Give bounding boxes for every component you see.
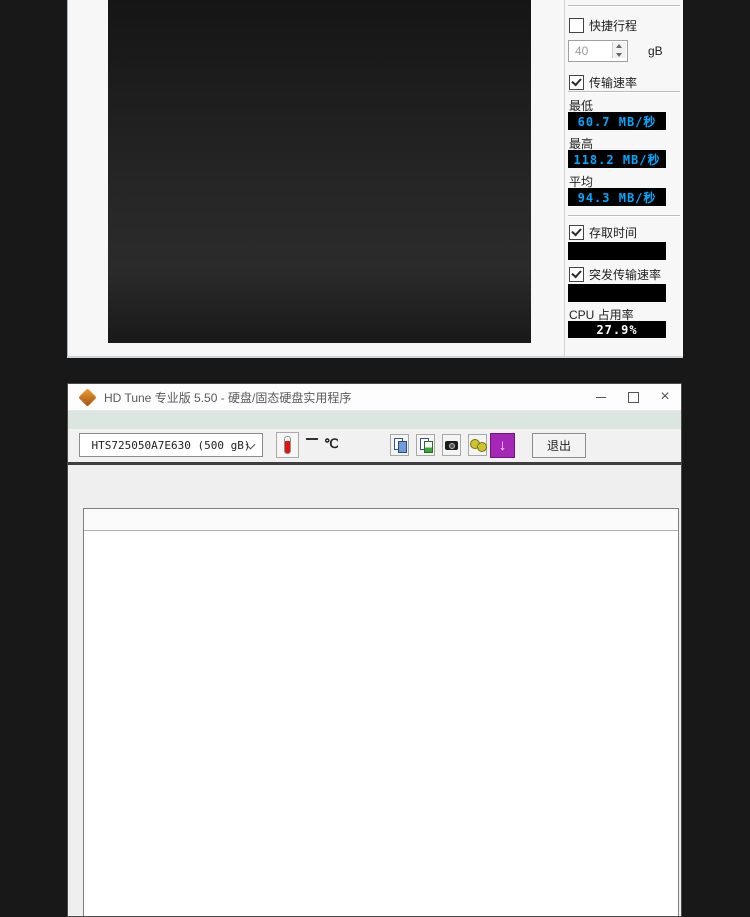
table-header <box>84 509 678 531</box>
spinner-value: 40 <box>575 44 588 58</box>
minimize-icon <box>596 397 606 398</box>
min-transfer-display: 60.7 MB/秒 <box>568 112 666 130</box>
burst-rate-checkbox[interactable] <box>569 267 584 282</box>
view-options-button[interactable] <box>468 434 487 456</box>
hdtune-window: HD Tune 专业版 5.50 - 硬盘/固态硬盘实用程序 × HTS7250… <box>67 383 682 917</box>
spinner-unit-label: gB <box>648 44 663 58</box>
transfer-checkbox-row[interactable]: 传输速率 <box>569 74 637 91</box>
shortstroke-checkbox[interactable] <box>569 18 584 33</box>
close-icon: × <box>660 389 669 405</box>
separator <box>568 5 680 6</box>
transfer-rate-axis <box>68 0 104 343</box>
access-time-checkbox-row[interactable]: 存取时间 <box>569 224 637 241</box>
title-bar[interactable]: HD Tune 专业版 5.50 - 硬盘/固态硬盘实用程序 × <box>68 384 681 411</box>
benchmark-panel: 快捷行程 40 gB 传输速率 最低 60.7 MB/秒 最高 118.2 MB… <box>67 0 683 356</box>
maximize-icon <box>628 392 639 403</box>
access-time-label: 存取时间 <box>589 224 637 241</box>
access-time-checkbox[interactable] <box>569 225 584 240</box>
exit-button[interactable]: 退出 <box>532 433 586 458</box>
exit-label: 退出 <box>547 437 571 454</box>
hdtune-logo-icon <box>78 388 96 406</box>
screen: 快捷行程 40 gB 传输速率 最低 60.7 MB/秒 最高 118.2 MB… <box>0 0 750 917</box>
copy-text-button[interactable] <box>390 434 409 456</box>
shortstroke-label: 快捷行程 <box>589 17 637 34</box>
temperature-value-dash <box>306 438 318 440</box>
burst-checkbox-row[interactable]: 突发传输速率 <box>569 266 661 283</box>
copy-chart-button[interactable] <box>416 434 435 456</box>
screenshot-button[interactable] <box>442 434 461 456</box>
close-button[interactable]: × <box>649 385 681 410</box>
shortstroke-size-spinner[interactable]: 40 <box>568 40 628 62</box>
tab-strip <box>68 465 681 511</box>
smart-table <box>83 508 679 917</box>
spinner-up-icon[interactable] <box>613 42 626 50</box>
access-time-display <box>568 242 666 260</box>
drive-select-dropdown[interactable]: HTS725050A7E630 (500 gB) <box>79 433 263 457</box>
separator <box>568 91 680 92</box>
thermometer-icon <box>284 436 291 454</box>
update-download-button[interactable]: ↓ <box>490 433 515 458</box>
benchmark-controls: 快捷行程 40 gB 传输速率 最低 60.7 MB/秒 最高 118.2 MB… <box>564 0 684 356</box>
burst-rate-display <box>568 284 666 302</box>
separator <box>568 215 680 216</box>
maximize-button[interactable] <box>617 385 649 410</box>
down-arrow-icon: ↓ <box>499 437 507 454</box>
benchmark-chart <box>108 0 531 343</box>
temperature-button[interactable] <box>276 432 299 458</box>
spinner-down-icon[interactable] <box>613 50 626 58</box>
access-time-axis <box>535 0 565 343</box>
max-transfer-display: 118.2 MB/秒 <box>568 150 666 168</box>
temperature-unit: ℃ <box>324 436 339 452</box>
burst-rate-label: 突发传输速率 <box>589 266 661 283</box>
cpu-usage-display: 27.9% <box>568 321 666 338</box>
minimize-button[interactable] <box>585 385 617 410</box>
window-title: HD Tune 专业版 5.50 - 硬盘/固态硬盘实用程序 <box>104 389 351 406</box>
avg-transfer-display: 94.3 MB/秒 <box>568 188 666 206</box>
drive-select-value: HTS725050A7E630 (500 gB) <box>92 439 251 452</box>
benchmark-plot <box>108 0 531 343</box>
shortstroke-checkbox-row[interactable]: 快捷行程 <box>569 17 637 34</box>
transfer-rate-label: 传输速率 <box>589 74 637 91</box>
toolbar: HTS725050A7E630 (500 gB) ℃ ↓ 退出 <box>68 429 681 462</box>
transfer-rate-checkbox[interactable] <box>569 75 584 90</box>
menu-bar <box>68 411 681 429</box>
